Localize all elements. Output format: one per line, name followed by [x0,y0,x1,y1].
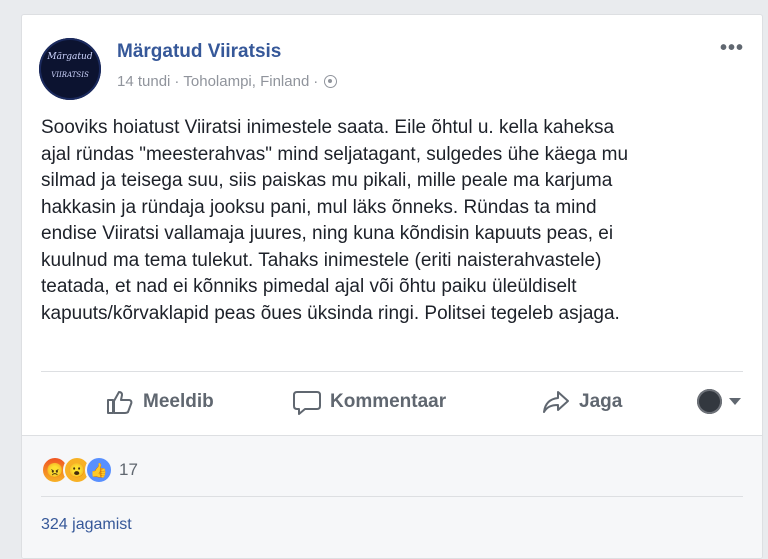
post-text-line: ajal ründas "meesterahvas" mind seljatag… [41,143,629,165]
post-text-line: hakkasin ja ründaja jooksu pani, mul läk… [41,196,597,218]
profile-avatar [697,389,722,414]
more-options-button[interactable]: ••• [720,37,744,60]
post-text-line: silmad ja teisega suu, siis paiskas mu p… [41,170,613,191]
action-bar: Meeldib Kommentaar Jaga [41,375,743,427]
page-name-link[interactable]: Märgatud Viiratsis [117,41,281,63]
shares-count-link[interactable]: 324 jagamist [41,516,132,534]
footer-divider [41,496,743,497]
reactions-summary[interactable]: 😠 😮 👍 17 [41,456,138,484]
post-text: Sooviks hoiatust Viiratsi inimestele saa… [41,115,746,327]
post-meta: 14 tundi · Toholampi, Finland · [117,73,338,90]
post-text-line: kuulnud ma tema tulekut. Tahaks inimeste… [41,249,602,271]
post-text-line: kapuuts/kõrvaklapid peas õues üksinda ri… [41,302,620,324]
page-avatar[interactable]: Märgatud VIIRATSIS [39,38,101,100]
comment-label: Kommentaar [330,391,447,412]
post-card: Märgatud VIIRATSIS Märgatud Viiratsis 14… [21,14,763,559]
post-text-line: teatada, et nad ei kõnniks pimedal ajal … [41,276,577,297]
actions-divider [41,371,743,372]
share-as-selector[interactable] [697,389,741,414]
reaction-count[interactable]: 17 [119,460,138,480]
post-time[interactable]: 14 tundi [117,73,170,90]
meta-separator-2: · [313,73,319,90]
avatar-text-top: Märgatud [47,52,93,62]
like-button[interactable]: Meeldib [105,389,214,415]
like-reaction-icon: 👍 [85,456,113,484]
post-text-line: Sooviks hoiatust Viiratsi inimestele saa… [41,117,615,138]
avatar-text-bottom: VIIRATSIS [51,71,89,79]
share-arrow-icon [543,391,569,413]
post-footer: 😠 😮 👍 17 324 jagamist [22,435,762,558]
share-button[interactable]: Jaga [541,389,622,415]
thumbs-up-icon [107,391,133,414]
comment-button[interactable]: Kommentaar [292,389,446,415]
like-label: Meeldib [143,391,214,412]
meta-separator: · [174,73,180,90]
share-label: Jaga [579,391,623,412]
comment-icon [293,391,321,415]
post-location[interactable]: Toholampi, Finland [183,73,309,90]
chevron-down-icon [729,398,741,405]
globe-icon[interactable] [324,75,338,88]
post-text-line: endise Viiratsi vallamaja juures, ning k… [41,223,614,244]
